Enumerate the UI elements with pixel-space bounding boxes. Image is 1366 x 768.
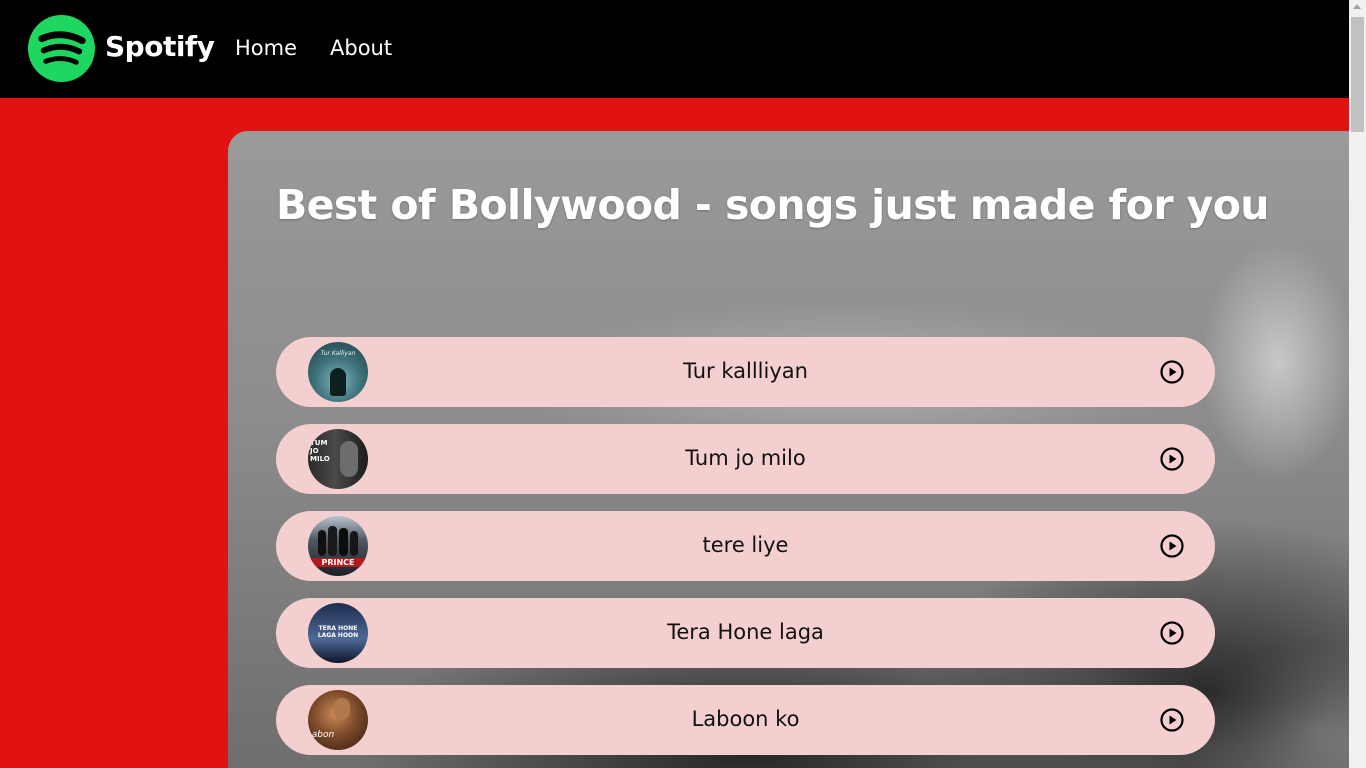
nav-link-home[interactable]: Home [235,36,297,60]
song-item[interactable]: abon Laboon ko [276,685,1215,755]
song-title: Tera Hone laga [667,620,824,644]
play-circle-icon[interactable] [1160,360,1184,384]
playlist-panel: Best of Bollywood - songs just made for … [228,131,1349,768]
nav-link-about[interactable]: About [330,36,392,60]
song-cover-text: abon [311,730,335,740]
song-cover-text: Tur Kalliyan [320,350,356,357]
play-circle-icon[interactable] [1160,534,1184,558]
song-title: Tum jo milo [685,446,806,470]
song-item[interactable]: TUM JO MILO Tum jo milo [276,424,1215,494]
song-title: Tur kallliyan [683,359,808,383]
play-circle-icon[interactable] [1160,447,1184,471]
brand-name[interactable]: Spotify [105,30,215,63]
play-circle-icon[interactable] [1160,621,1184,645]
scroll-up-arrow-icon[interactable] [1353,4,1361,9]
song-item[interactable]: TERA HONE LAGA HOON Tera Hone laga [276,598,1215,668]
song-title: tere liye [702,533,789,557]
song-cover-text: PRINCE [308,558,368,567]
page-title: Best of Bollywood - songs just made for … [276,181,1270,229]
navbar: Spotify Home About [0,0,1349,98]
song-title: Laboon ko [691,707,800,731]
scrollbar-thumb[interactable] [1351,17,1364,132]
spotify-logo-icon[interactable] [28,15,95,82]
song-list: Tur Kalliyan Tur kallliyan TUM JO MILO T… [276,337,1215,768]
play-circle-icon[interactable] [1160,708,1184,732]
song-item[interactable]: PRINCE tere liye [276,511,1215,581]
song-item[interactable]: Tur Kalliyan Tur kallliyan [276,337,1215,407]
page-scrollbar[interactable] [1349,0,1366,768]
